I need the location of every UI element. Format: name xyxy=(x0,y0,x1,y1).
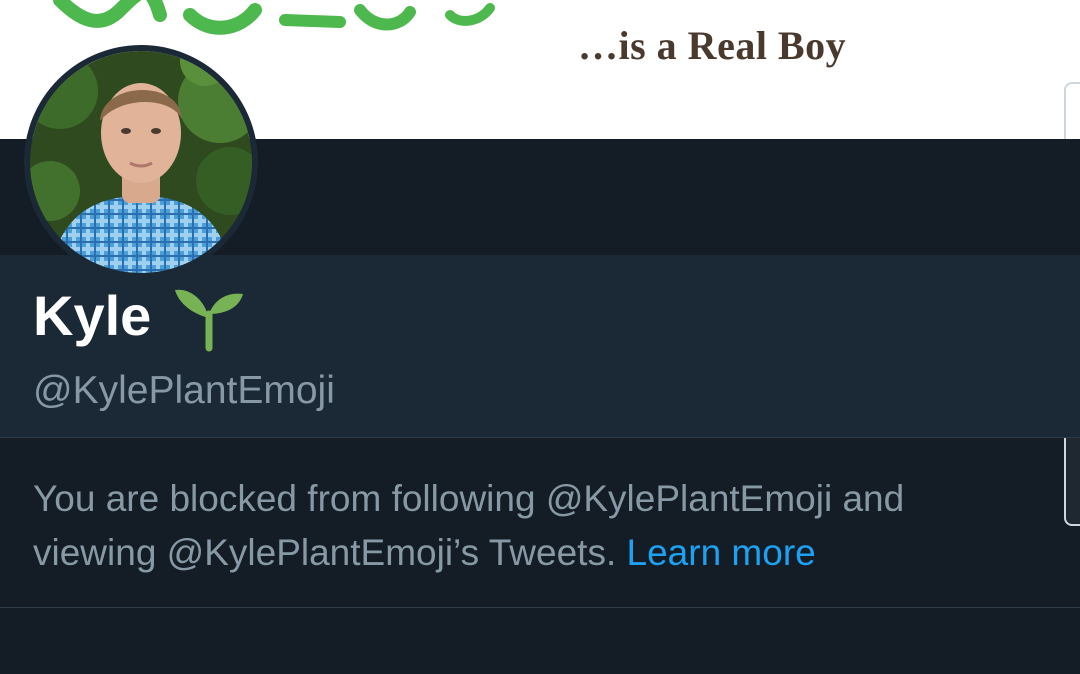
name-row: Kyle xyxy=(33,280,245,352)
banner-tagline: …is a Real Boy xyxy=(578,23,847,68)
banner-handwriting xyxy=(53,0,495,35)
seedling-icon xyxy=(175,289,244,352)
blocked-notice: You are blocked from following @KylePlan… xyxy=(33,472,1033,580)
blocked-notice-line2: viewing @KylePlantEmoji’s Tweets. Learn … xyxy=(33,526,1033,580)
avatar-photo xyxy=(30,51,252,273)
blocked-notice-text: viewing @KylePlantEmoji’s Tweets. xyxy=(33,532,617,573)
avatar[interactable] xyxy=(24,45,258,279)
divider xyxy=(0,607,1080,608)
blocked-notice-line1: You are blocked from following @KylePlan… xyxy=(33,478,905,519)
profile-name: Kyle xyxy=(33,284,152,347)
profile-handle: @KylePlantEmoji xyxy=(33,369,335,412)
learn-more-link[interactable]: Learn more xyxy=(627,532,816,573)
